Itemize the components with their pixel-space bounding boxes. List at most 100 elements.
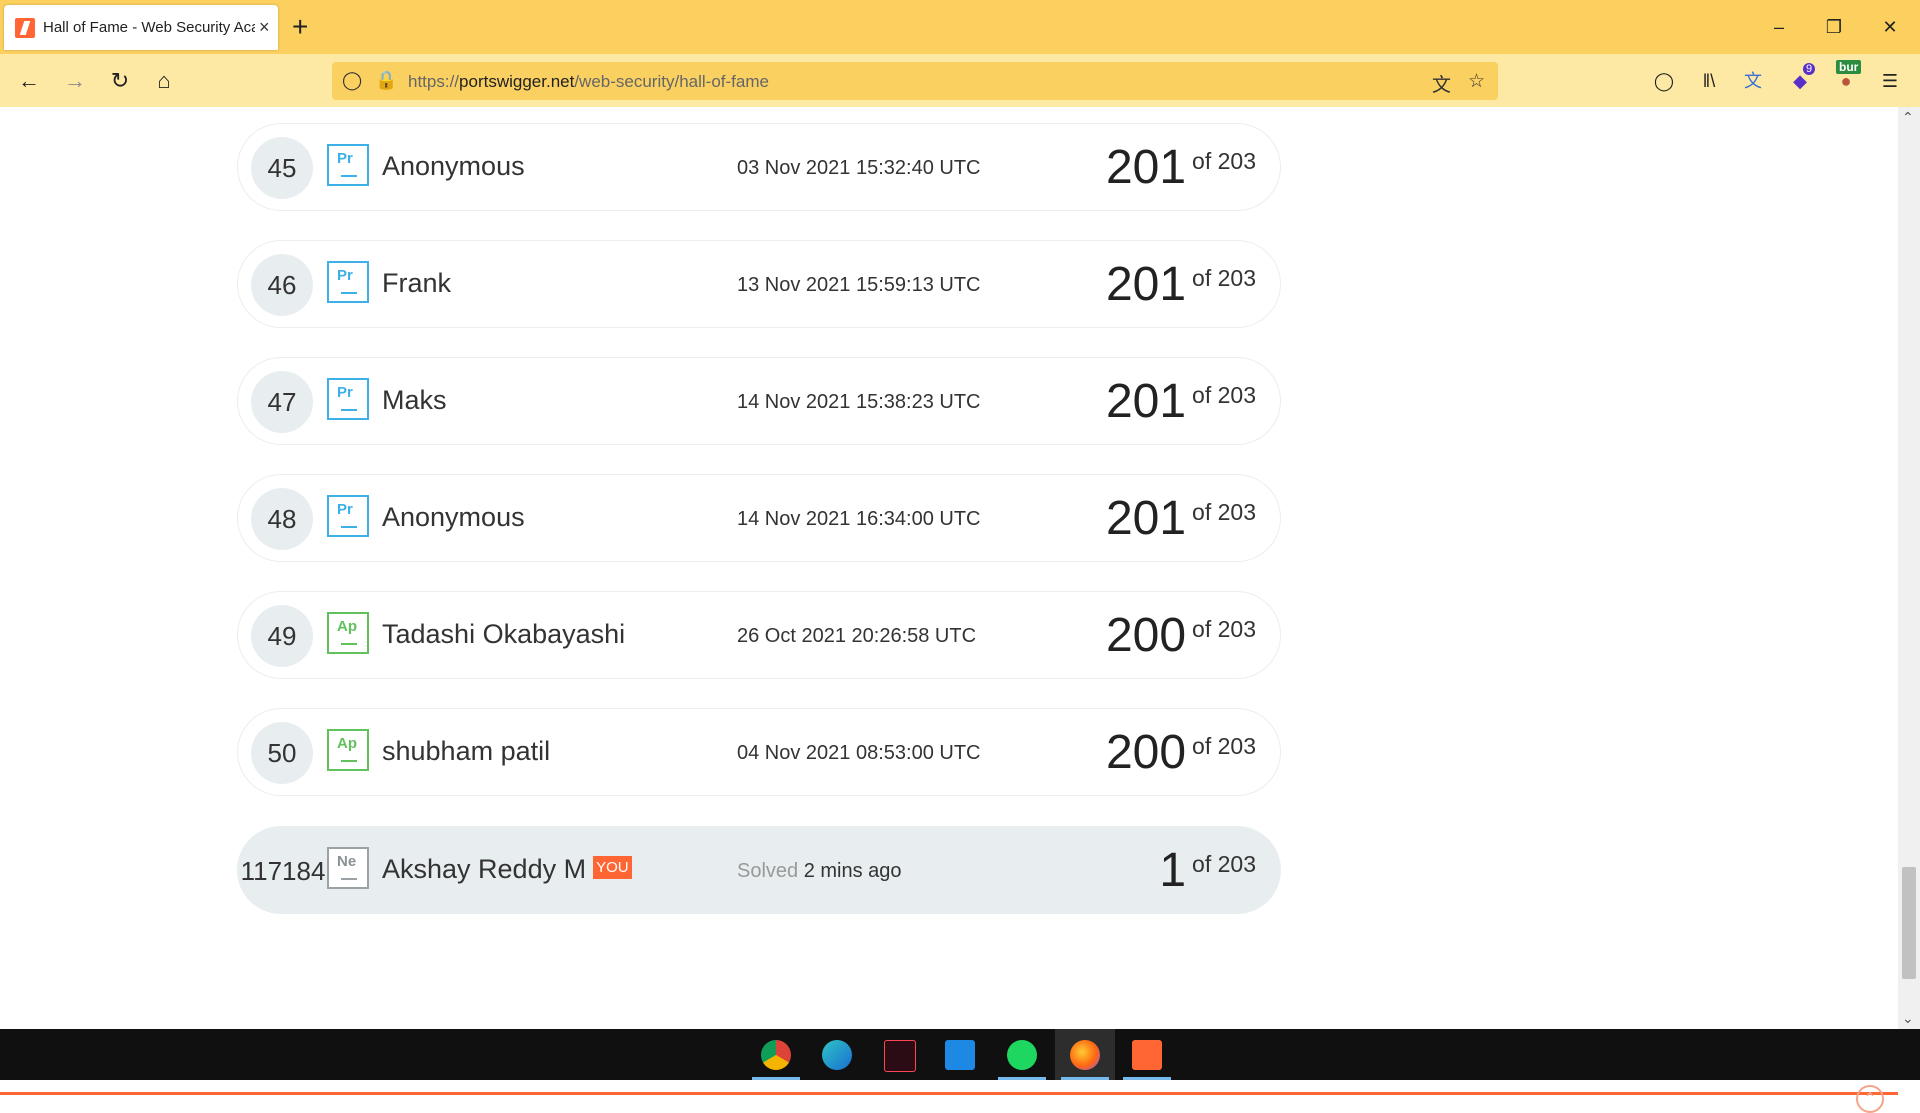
reload-icon[interactable]: ↻ <box>103 64 137 98</box>
scroll-up-arrow-icon[interactable]: ⌃ <box>1902 109 1914 126</box>
menu-hamburger-icon[interactable]: ☰ <box>1877 68 1903 94</box>
pocket-icon[interactable]: ◯ <box>1651 68 1677 94</box>
library-icon[interactable]: ‖\ <box>1696 68 1722 94</box>
footer-divider <box>0 1092 1898 1095</box>
vertical-scrollbar[interactable]: ⌃ ⌄ <box>1898 107 1920 1029</box>
current-user-row: 117184 Ne Akshay Reddy M YOU Solved 2 min… <box>237 826 1281 914</box>
user-name: Tadashi Okabayashi <box>382 619 626 649</box>
score-value: 201 <box>1105 375 1187 428</box>
completion-date: 04 Nov 2021 08:53:00 UTC <box>737 742 981 764</box>
url-bar[interactable]: ◯ 🔒 https://portswigger.net/web-security… <box>332 62 1498 100</box>
portswigger-favicon-icon <box>15 17 35 38</box>
leaderboard-row: 45 Pr Anonymous 03 Nov 2021 15:32:40 UTC… <box>237 123 1281 211</box>
restore-icon[interactable]: ❐ <box>1819 12 1849 42</box>
extension-count-badge: 9 <box>1803 63 1816 75</box>
score-value: 1 <box>1159 844 1187 897</box>
back-icon[interactable]: ← <box>12 64 46 98</box>
url-host: portswigger.net <box>459 72 575 91</box>
chrome-taskbar-icon[interactable] <box>746 1029 806 1080</box>
leaderboard-row: 49 Ap Tadashi Okabayashi 26 Oct 2021 20:… <box>237 591 1281 679</box>
practitioner-level-icon: Pr <box>327 378 369 420</box>
page-content: 45 Pr Anonymous 03 Nov 2021 15:32:40 UTC… <box>0 107 1898 1113</box>
user-name: Frank <box>382 268 452 298</box>
score-value: 201 <box>1105 258 1187 311</box>
translate-icon[interactable]: 文 <box>1432 70 1451 97</box>
scroll-down-arrow-icon[interactable]: ⌄ <box>1902 1010 1914 1027</box>
score-total: of 203 <box>1192 851 1256 877</box>
score-value: 200 <box>1105 609 1187 662</box>
firefox-taskbar-icon[interactable] <box>1055 1029 1115 1080</box>
url-path: /web-security/hall-of-fame <box>574 72 769 91</box>
completion-date: 13 Nov 2021 15:59:13 UTC <box>737 274 981 296</box>
current-user-rank: 117184 <box>240 856 326 886</box>
score-value: 201 <box>1105 492 1187 545</box>
burp-suite-taskbar-icon[interactable] <box>1117 1029 1177 1080</box>
score-total: of 203 <box>1192 382 1256 408</box>
solved-label: Solved <box>737 860 799 882</box>
you-badge: YOU <box>593 856 632 880</box>
rank-badge: 45 <box>251 137 313 199</box>
user-name: shubham patil <box>382 736 551 766</box>
score: 201 of 203 <box>1106 491 1256 546</box>
score-total: of 203 <box>1192 733 1256 759</box>
rank-badge: 49 <box>251 605 313 667</box>
tracking-protection-shield-icon[interactable]: ◯ <box>342 70 362 91</box>
solved-status: Solved 2 mins ago <box>737 860 902 883</box>
url-scheme: https:// <box>408 72 460 91</box>
newcomer-level-icon: Ne <box>327 847 369 889</box>
forward-icon[interactable]: → <box>58 64 92 98</box>
tab-title: Hall of Fame - Web Security Acade <box>43 19 255 36</box>
rank-badge: 47 <box>251 371 313 433</box>
bookmark-star-icon[interactable]: ☆ <box>1468 70 1485 93</box>
completion-date: 03 Nov 2021 15:32:40 UTC <box>737 157 981 179</box>
score: 201 of 203 <box>1106 257 1256 312</box>
score-value: 200 <box>1105 726 1187 779</box>
completion-date: 26 Oct 2021 20:26:58 UTC <box>737 625 977 647</box>
minimize-icon[interactable]: – <box>1764 12 1794 42</box>
completion-date: 14 Nov 2021 15:38:23 UTC <box>737 391 981 413</box>
user-name: Anonymous <box>382 151 525 181</box>
practitioner-level-icon: Pr <box>327 144 369 186</box>
home-icon[interactable]: ⌂ <box>147 64 181 98</box>
leaderboard-row: 46 Pr Frank 13 Nov 2021 15:59:13 UTC 201… <box>237 240 1281 328</box>
burp-extension-badge: bur <box>1836 60 1862 74</box>
score: 1 of 203 <box>1159 843 1256 898</box>
leaderboard-row: 48 Pr Anonymous 14 Nov 2021 16:34:00 UTC… <box>237 474 1281 562</box>
valorant-taskbar-icon[interactable] <box>869 1029 929 1080</box>
navigation-toolbar: ← → ↻ ⌂ ◯ 🔒 https://portswigger.net/web-… <box>0 54 1920 108</box>
rank-badge: 46 <box>251 254 313 316</box>
current-user-name: Akshay Reddy M YOU <box>382 854 632 885</box>
apprentice-level-icon: Ap <box>327 612 369 654</box>
user-name: Anonymous <box>382 502 525 532</box>
solved-time: 2 mins ago <box>803 860 902 882</box>
score-total: of 203 <box>1192 265 1256 291</box>
lock-icon[interactable]: 🔒 <box>375 70 397 91</box>
tab-hall-of-fame[interactable]: Hall of Fame - Web Security Acade × <box>4 5 278 50</box>
score: 201 of 203 <box>1106 374 1256 429</box>
tab-bar: Hall of Fame - Web Security Acade × + – … <box>0 0 1920 54</box>
user-name: Maks <box>382 385 447 415</box>
new-tab-button[interactable]: + <box>292 10 308 44</box>
score-value: 201 <box>1105 141 1187 194</box>
scroll-to-top-icon[interactable]: ⌃ <box>1856 1085 1884 1113</box>
url-text[interactable]: https://portswigger.net/web-security/hal… <box>408 72 769 92</box>
score: 200 of 203 <box>1106 608 1256 663</box>
windows-taskbar <box>0 1029 1920 1080</box>
practitioner-level-icon: Pr <box>327 495 369 537</box>
apprentice-level-icon: Ap <box>327 729 369 771</box>
tab-close-icon[interactable]: × <box>259 17 270 38</box>
leaderboard-row: 50 Ap shubham patil 04 Nov 2021 08:53:00… <box>237 708 1281 796</box>
rank-badge: 48 <box>251 488 313 550</box>
edge-taskbar-icon[interactable] <box>807 1029 867 1080</box>
spotify-taskbar-icon[interactable] <box>992 1029 1052 1080</box>
mail-taskbar-icon[interactable] <box>930 1029 990 1080</box>
score-total: of 203 <box>1192 616 1256 642</box>
score-total: of 203 <box>1192 499 1256 525</box>
user-name: Akshay Reddy M <box>382 854 587 884</box>
completion-date: 14 Nov 2021 16:34:00 UTC <box>737 508 981 530</box>
close-window-icon[interactable]: ✕ <box>1875 12 1905 42</box>
translator-extension-icon[interactable]: 文 <box>1740 68 1766 94</box>
score-total: of 203 <box>1192 148 1256 174</box>
rank-badge: 50 <box>251 722 313 784</box>
scrollbar-thumb[interactable] <box>1902 867 1916 979</box>
